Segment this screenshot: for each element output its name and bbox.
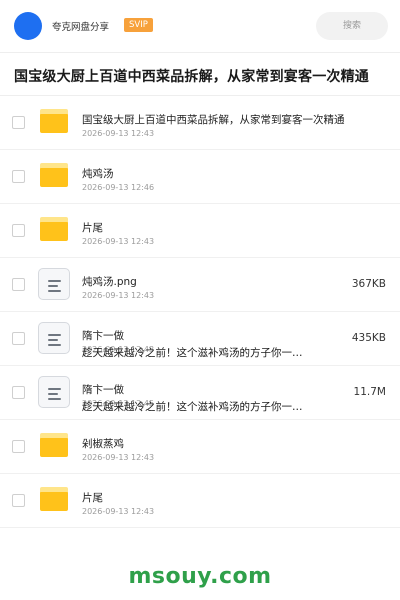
file-size: 11.7M <box>353 386 386 398</box>
file-name: 剁椒蒸鸡 <box>82 438 124 450</box>
file-row[interactable]: 隋卞一做 2026-09-13 12:43 趁天越来越冷之前！这个滋补鸡汤的方子你一… <box>0 312 400 366</box>
file-name: 片尾 <box>82 492 103 504</box>
file-row[interactable]: 隋卞一做 2026-09-13 12:45 趁天越来越冷之前！这个滋补鸡汤的方子你一… <box>0 366 400 420</box>
file-date: 2026-09-13 12:43 <box>82 507 155 516</box>
file-row[interactable]: 剁椒蒸鸡 2026-09-13 12:43 <box>0 420 400 474</box>
watermark: msouy.com <box>128 564 272 589</box>
folder-icon <box>40 433 68 457</box>
file-name: 隋卞一做 <box>82 384 124 396</box>
file-name: 炖鸡汤 <box>82 168 114 180</box>
row-checkbox[interactable] <box>12 116 25 129</box>
folder-icon <box>40 109 68 133</box>
folder-icon <box>40 487 68 511</box>
file-name: 片尾 <box>82 222 103 234</box>
document-icon <box>38 376 70 408</box>
file-name: 隋卞一做 <box>82 330 124 342</box>
header: 夸克网盘分享 SVIP 搜索 <box>0 0 400 52</box>
row-checkbox[interactable] <box>12 332 25 345</box>
file-name: 国宝级大厨上百道中西菜品拆解，从家常到宴客一次精通 <box>82 114 345 126</box>
file-size: 367KB <box>351 278 386 290</box>
file-list: 国宝级大厨上百道中西菜品拆解，从家常到宴客一次精通 2026-09-13 12:4… <box>0 96 400 528</box>
file-size: 435KB <box>351 332 386 344</box>
file-date: 2026-09-13 12:43 <box>82 237 155 246</box>
row-checkbox[interactable] <box>12 170 25 183</box>
row-checkbox[interactable] <box>12 494 25 507</box>
file-caption: 趁天越来越冷之前！这个滋补鸡汤的方子你一… <box>82 347 303 359</box>
file-row[interactable]: 片尾 2026-09-13 12:43 <box>0 204 400 258</box>
share-title: 国宝级大厨上百道中西菜品拆解，从家常到宴客一次精通 <box>14 69 369 85</box>
folder-icon <box>40 217 68 241</box>
file-row[interactable]: 炖鸡汤 2026-09-13 12:46 <box>0 150 400 204</box>
avatar[interactable] <box>14 12 42 40</box>
folder-icon <box>40 163 68 187</box>
file-date: 2026-09-13 12:43 <box>82 129 155 138</box>
svip-badge: SVIP <box>124 18 153 32</box>
file-date: 2026-09-13 12:46 <box>82 183 155 192</box>
header-divider <box>0 52 400 53</box>
row-checkbox[interactable] <box>12 278 25 291</box>
search-input[interactable]: 搜索 <box>316 12 388 40</box>
document-icon <box>38 322 70 354</box>
row-checkbox[interactable] <box>12 386 25 399</box>
file-row[interactable]: 片尾 2026-09-13 12:43 <box>0 474 400 528</box>
app-name: 夸克网盘分享 <box>52 22 110 33</box>
file-date: 2026-09-13 12:43 <box>82 453 155 462</box>
file-row[interactable]: 炖鸡汤.png 2026-09-13 12:43 367KB <box>0 258 400 312</box>
row-checkbox[interactable] <box>12 440 25 453</box>
file-caption: 趁天越来越冷之前！这个滋补鸡汤的方子你一… <box>82 401 303 413</box>
file-name: 炖鸡汤.png <box>82 276 137 288</box>
document-icon <box>38 268 70 300</box>
row-checkbox[interactable] <box>12 224 25 237</box>
file-date: 2026-09-13 12:43 <box>82 291 155 300</box>
file-row[interactable]: 国宝级大厨上百道中西菜品拆解，从家常到宴客一次精通 2026-09-13 12:4… <box>0 96 400 150</box>
